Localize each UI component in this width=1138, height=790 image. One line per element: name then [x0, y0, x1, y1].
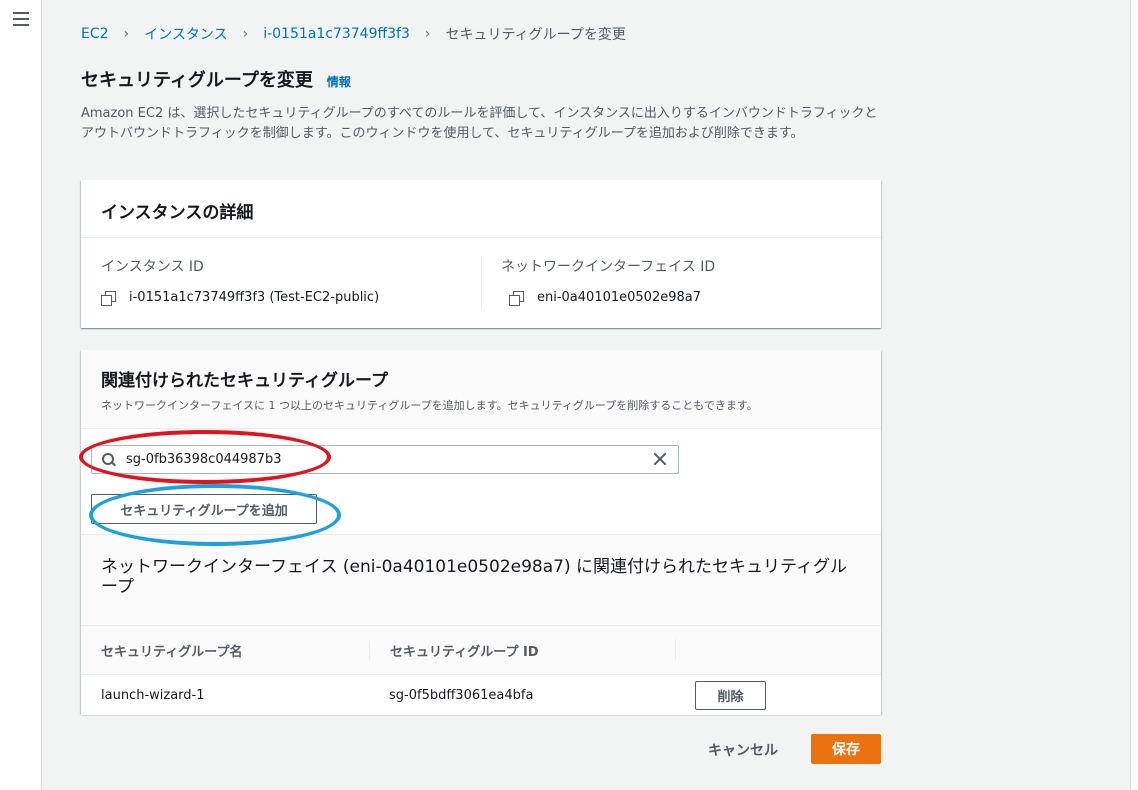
security-groups-header: 関連付けられたセキュリティグループ ネットワークインターフェイスに 1 つ以上の… [81, 350, 881, 429]
save-button[interactable]: 保存 [811, 734, 881, 764]
right-panel-edge [1130, 0, 1138, 790]
instance-id-field: インスタンス ID i-0151a1c73749ff3f3 (Test-EC2-… [101, 256, 380, 306]
menu-icon[interactable] [13, 12, 29, 26]
instance-id-value: i-0151a1c73749ff3f3 (Test-EC2-public) [129, 290, 380, 305]
instance-id-value-row: i-0151a1c73749ff3f3 (Test-EC2-public) [101, 290, 380, 306]
security-group-search-input[interactable] [126, 452, 626, 467]
associated-groups-title: ネットワークインターフェイス (eni-0a40101e0502e98a7) に… [101, 557, 847, 597]
instance-details-heading: インスタンスの詳細 [101, 203, 254, 223]
breadcrumb-ec2[interactable]: EC2 [81, 26, 109, 42]
app-frame: EC2 › インスタンス › i-0151a1c73749ff3f3 › セキュ… [0, 0, 1138, 790]
page-title: セキュリティグループを変更 [81, 70, 313, 91]
security-groups-heading: 関連付けられたセキュリティグループ [101, 371, 388, 391]
column-divider [481, 256, 482, 310]
info-link[interactable]: 情報 [327, 73, 351, 90]
table-row: launch-wizard-1 sg-0f5bdff3061ea4bfa 削除 [81, 675, 881, 715]
chevron-right-icon: › [242, 26, 249, 42]
eni-id-field: ネットワークインターフェイス ID eni-0a40101e0502e98a7 [501, 256, 716, 306]
eni-id-value-row: eni-0a40101e0502e98a7 [501, 290, 715, 306]
table-header: セキュリティグループ名 セキュリティグループ ID [81, 625, 881, 675]
associated-groups-panel: ネットワークインターフェイス (eni-0a40101e0502e98a7) に… [81, 534, 881, 715]
page-description: Amazon EC2 は、選択したセキュリティグループのすべてのルールを評価して… [81, 106, 878, 141]
left-nav-rail [0, 0, 42, 790]
clear-icon[interactable] [652, 451, 668, 467]
security-groups-card: 関連付けられたセキュリティグループ ネットワークインターフェイスに 1 つ以上の… [81, 350, 881, 715]
add-security-group-button[interactable]: セキュリティグループを追加 [91, 494, 317, 524]
cancel-button[interactable]: キャンセル [708, 740, 778, 760]
search-icon [102, 452, 116, 467]
eni-id-label: ネットワークインターフェイス ID [501, 259, 716, 275]
security-group-search [91, 445, 679, 474]
security-group-id: sg-0f5bdff3061ea4bfa [389, 687, 534, 703]
copy-icon[interactable] [101, 290, 116, 306]
page-header: セキュリティグループを変更 情報 [81, 66, 351, 92]
column-header-name: セキュリティグループ名 [101, 644, 243, 660]
chevron-right-icon: › [123, 26, 130, 42]
remove-button[interactable]: 削除 [695, 680, 766, 710]
chevron-right-icon: › [424, 26, 431, 42]
column-header-action [675, 639, 881, 661]
instance-details-card: インスタンスの詳細 インスタンス ID i-0151a1c73749ff3f3 … [81, 180, 881, 328]
eni-id-value: eni-0a40101e0502e98a7 [537, 290, 701, 305]
security-group-name: launch-wizard-1 [101, 687, 205, 703]
instance-details-header: インスタンスの詳細 [81, 180, 881, 238]
breadcrumb-instance-id[interactable]: i-0151a1c73749ff3f3 [263, 26, 410, 42]
breadcrumb: EC2 › インスタンス › i-0151a1c73749ff3f3 › セキュ… [81, 24, 626, 44]
breadcrumb-instances[interactable]: インスタンス [144, 24, 227, 44]
column-header-id: セキュリティグループ ID [369, 640, 675, 660]
security-groups-table: セキュリティグループ名 セキュリティグループ ID launch-wizard-… [81, 625, 881, 715]
breadcrumb-current: セキュリティグループを変更 [445, 27, 626, 43]
security-groups-subheading: ネットワークインターフェイスに 1 つ以上のセキュリティグループを追加します。セ… [101, 399, 758, 412]
copy-icon[interactable] [509, 290, 524, 306]
instance-id-label: インスタンス ID [101, 259, 204, 275]
